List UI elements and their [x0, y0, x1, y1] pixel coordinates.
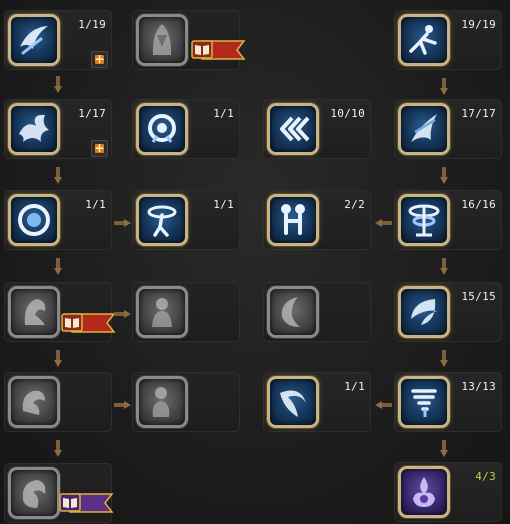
arrow-down-icon: [440, 350, 448, 368]
crescent-icon[interactable]: [267, 286, 319, 338]
skill-level: 2/2: [344, 198, 365, 211]
blade-swirl-icon[interactable]: [398, 103, 450, 155]
skill-slot-19[interactable]: 13/13: [394, 372, 502, 432]
skill-slot-8[interactable]: 1/1: [4, 190, 112, 250]
skill-slot-6[interactable]: 10/10: [263, 99, 371, 159]
skill-level: 1/17: [78, 107, 106, 120]
crescent-slash-icon[interactable]: [398, 286, 450, 338]
skill-slot-16[interactable]: [4, 372, 112, 432]
arrow-left-icon: [374, 401, 392, 409]
skill-level: 13/13: [461, 380, 496, 393]
arrow-down-icon: [440, 167, 448, 185]
vortex-figure-icon[interactable]: [136, 194, 188, 246]
cyclone-icon[interactable]: [398, 376, 450, 428]
orb-icon[interactable]: [8, 194, 60, 246]
skill-level: 4/3: [475, 470, 496, 483]
skill-slot-3[interactable]: 19/19: [394, 10, 502, 70]
skill-slot-9[interactable]: 1/1: [132, 190, 240, 250]
skill-slot-10[interactable]: 2/2: [263, 190, 371, 250]
skill-level: 1/19: [78, 18, 106, 31]
skill-slot-7[interactable]: 17/17: [394, 99, 502, 159]
skill-level: 15/15: [461, 290, 496, 303]
sweeping-arc-icon[interactable]: [267, 376, 319, 428]
skill-slot-13[interactable]: [132, 282, 240, 342]
cloak-figure-icon[interactable]: [136, 14, 188, 66]
spirit-icon[interactable]: [136, 286, 188, 338]
triple-chevron-icon[interactable]: [267, 103, 319, 155]
arrow-right-icon: [114, 310, 132, 318]
twin-figures-icon[interactable]: [267, 194, 319, 246]
arrow-down-icon: [440, 258, 448, 276]
skill-level: 17/17: [461, 107, 496, 120]
purple-flame-icon[interactable]: [398, 466, 450, 518]
spirit-summon-icon[interactable]: [136, 376, 188, 428]
target-ring-icon[interactable]: [136, 103, 188, 155]
arrow-down-icon: [54, 258, 62, 276]
red-banner-icon: [61, 313, 116, 333]
skill-slot-18[interactable]: 1/1: [263, 372, 371, 432]
arrow-down-icon: [440, 440, 448, 458]
skill-slot-14[interactable]: [263, 282, 371, 342]
arrow-right-icon: [114, 401, 132, 409]
hooded-figure-icon[interactable]: [8, 286, 60, 338]
skill-slot-5[interactable]: 1/1: [132, 99, 240, 159]
arrow-down-icon: [440, 78, 448, 96]
beast-icon[interactable]: [8, 376, 60, 428]
arrow-down-icon: [54, 76, 62, 94]
skill-level: 1/1: [85, 198, 106, 211]
arrow-left-icon: [374, 219, 392, 227]
red-banner-icon: [191, 40, 246, 60]
arrow-down-icon: [54, 167, 62, 185]
skill-level: 16/16: [461, 198, 496, 211]
storm-burst-icon[interactable]: [8, 103, 60, 155]
skill-slot-17[interactable]: [132, 372, 240, 432]
skill-slot-21[interactable]: 4/3: [394, 462, 502, 522]
skill-level: 1/1: [213, 107, 234, 120]
arrow-down-icon: [54, 440, 62, 458]
skill-tree: 1/19 19/19 1/17 1/1: [0, 0, 510, 523]
swirl-hand-icon[interactable]: [8, 467, 60, 519]
skill-level: 19/19: [461, 18, 496, 31]
skill-level: 1/1: [344, 380, 365, 393]
arrow-down-icon: [54, 350, 62, 368]
wind-slash-icon[interactable]: [8, 14, 60, 66]
purple-banner-icon: [59, 493, 114, 513]
arrow-right-icon: [114, 219, 132, 227]
level-up-button[interactable]: [91, 51, 108, 68]
skill-level: 1/1: [213, 198, 234, 211]
leaping-figure-icon[interactable]: [398, 14, 450, 66]
skill-level: 10/10: [330, 107, 365, 120]
whirlwind-icon[interactable]: [398, 194, 450, 246]
skill-slot-11[interactable]: 16/16: [394, 190, 502, 250]
skill-slot-4[interactable]: 1/17: [4, 99, 112, 159]
skill-slot-15[interactable]: 15/15: [394, 282, 502, 342]
level-up-button[interactable]: [91, 140, 108, 157]
skill-slot-1[interactable]: 1/19: [4, 10, 112, 70]
